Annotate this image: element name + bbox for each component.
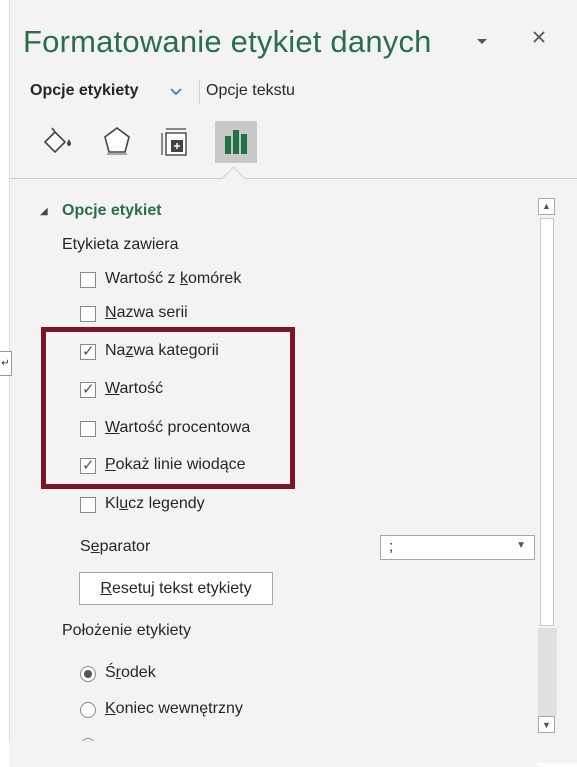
series-options-tab[interactable] bbox=[215, 121, 257, 163]
close-pane-button[interactable] bbox=[528, 24, 550, 50]
tab-label-options[interactable]: Opcje etykiety bbox=[30, 82, 139, 100]
pane-title: Formatowanie etykiet danych bbox=[23, 24, 432, 59]
checkbox-label-series-name[interactable]: Nazwa serii bbox=[105, 304, 188, 322]
separator-label: Separator bbox=[80, 538, 151, 555]
size-properties-icon bbox=[161, 128, 187, 156]
radio-center[interactable] bbox=[80, 666, 96, 682]
tab-text-options[interactable]: Opcje tekstu bbox=[206, 82, 295, 100]
chevron-down-icon: ▼ bbox=[516, 540, 526, 551]
fill-line-tab[interactable] bbox=[37, 121, 79, 163]
effects-tab[interactable] bbox=[96, 121, 138, 163]
highlight-annotation-box bbox=[41, 327, 295, 489]
scrollbar-track[interactable] bbox=[538, 628, 557, 716]
checkbox-label-legend-key[interactable]: Klucz legendy bbox=[105, 495, 205, 513]
reset-label-text-button[interactable]: Resetuj tekst etykiety bbox=[79, 572, 273, 605]
label-position-heading: Położenie etykiety bbox=[62, 622, 191, 639]
radio-selected-dot bbox=[84, 670, 92, 678]
vertical-scrollbar[interactable]: ▲ ▼ bbox=[538, 196, 557, 736]
tab-separator bbox=[199, 80, 200, 104]
separator-value: ; bbox=[389, 538, 394, 555]
effects-pentagon-icon bbox=[104, 127, 130, 155]
pane-divider bbox=[9, 178, 577, 179]
chevron-down-icon bbox=[477, 39, 487, 44]
radio-inside-end[interactable] bbox=[80, 702, 96, 718]
checkbox-label-value-from-cells[interactable]: Wartość z komórek bbox=[105, 270, 241, 288]
collapse-arrow-icon[interactable]: ◢ bbox=[40, 206, 48, 217]
checkbox-legend-key[interactable] bbox=[80, 497, 96, 513]
radio-label-inside-end[interactable]: Koniec wewnętrzny bbox=[105, 700, 243, 718]
checkbox-value-from-cells[interactable] bbox=[80, 272, 96, 288]
sheet-edge-tab: ↵ bbox=[0, 351, 12, 376]
section-label-options[interactable]: Opcje etykiet bbox=[62, 202, 162, 220]
fill-line-icon bbox=[43, 127, 71, 154]
bar-chart-options-icon bbox=[225, 130, 247, 154]
close-icon bbox=[533, 31, 545, 43]
checkbox-series-name[interactable] bbox=[80, 306, 96, 322]
arrow-up-icon: ▲ bbox=[542, 201, 551, 211]
chevron-down-icon[interactable] bbox=[167, 82, 185, 100]
scrollbar-thumb[interactable] bbox=[540, 218, 554, 626]
arrow-down-icon: ▼ bbox=[542, 720, 551, 730]
scroll-down-button[interactable]: ▼ bbox=[538, 716, 555, 733]
label-contains-heading: Etykieta zawiera bbox=[62, 236, 179, 253]
clipped-content-area bbox=[9, 741, 537, 767]
size-properties-tab[interactable] bbox=[154, 121, 196, 163]
radio-label-center[interactable]: Środek bbox=[105, 664, 156, 682]
pane-options-dropdown[interactable] bbox=[473, 28, 491, 50]
scroll-up-button[interactable]: ▲ bbox=[538, 198, 555, 215]
separator-dropdown[interactable]: ; ▼ bbox=[380, 535, 535, 560]
